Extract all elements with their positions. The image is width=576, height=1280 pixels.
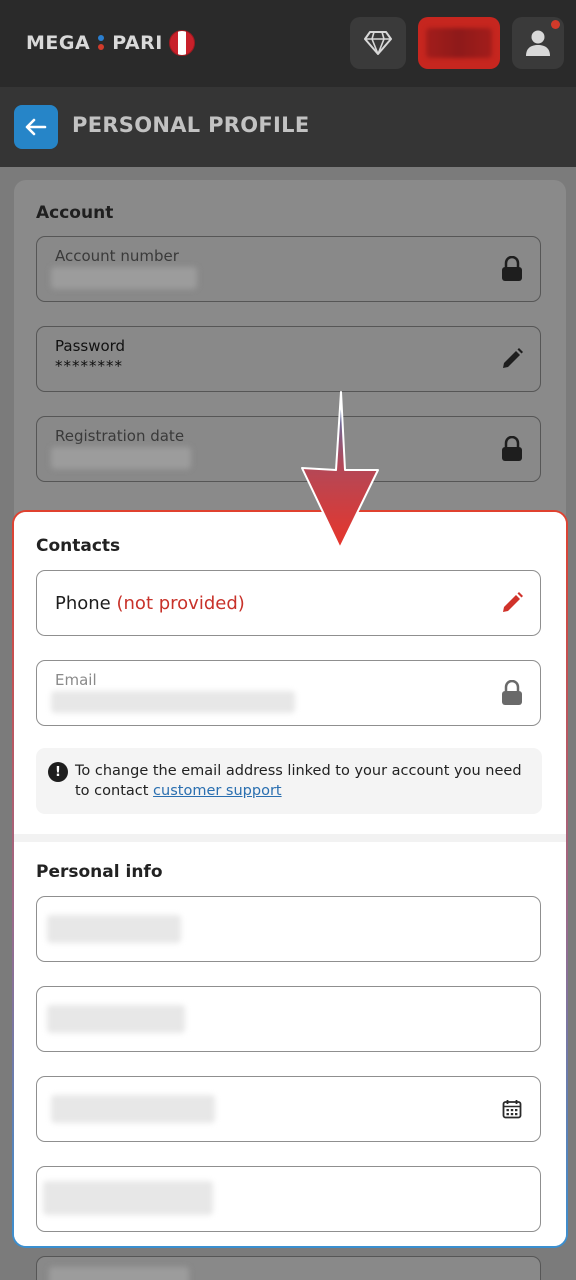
email-change-notice: ! To change the email address linked to … — [36, 748, 542, 814]
password-label: Password — [55, 337, 126, 355]
edit-pencil-icon[interactable] — [498, 589, 526, 617]
peru-flag-icon — [168, 30, 195, 56]
contacts-panel: Contacts Phone (not provided) Email ! To… — [14, 512, 566, 834]
annotation-arrow-icon — [301, 391, 379, 549]
password-field[interactable]: Password ******** — [36, 326, 541, 392]
personal-field-4-blurred — [43, 1181, 213, 1215]
user-icon — [526, 30, 550, 56]
logo-text-left: MEGA — [26, 32, 91, 54]
birth-date-blurred — [51, 1095, 215, 1123]
back-button[interactable] — [14, 105, 58, 149]
megapari-logo[interactable]: MEGA PARI — [26, 28, 195, 58]
first-name-field[interactable] — [36, 896, 541, 962]
email-label: Email — [55, 671, 97, 689]
exclamation-icon: ! — [48, 762, 68, 782]
highlight-inner: Contacts Phone (not provided) Email ! To… — [14, 512, 566, 1246]
edit-pencil-icon[interactable] — [498, 345, 526, 373]
registration-date-field[interactable]: Registration date — [36, 416, 541, 482]
phone-text: Phone (not provided) — [55, 593, 245, 614]
page-title: PERSONAL PROFILE — [72, 113, 310, 137]
notice-body: To change the email address linked to yo… — [75, 763, 522, 799]
logo-dot-icon — [90, 33, 112, 53]
balance-blurred — [426, 28, 492, 58]
personal-field-4[interactable] — [36, 1166, 541, 1232]
customer-support-link[interactable]: customer support — [153, 783, 282, 799]
arrow-left-icon — [25, 118, 47, 136]
password-value: ******** — [55, 357, 123, 375]
registration-date-value-blurred — [51, 447, 191, 469]
notification-dot — [551, 20, 560, 29]
birth-date-field[interactable] — [36, 1076, 541, 1142]
personal-field-5[interactable] — [36, 1256, 541, 1280]
email-field[interactable]: Email — [36, 660, 541, 726]
lock-icon — [498, 435, 526, 463]
account-number-value-blurred — [51, 267, 197, 289]
last-name-field[interactable] — [36, 986, 541, 1052]
account-section-title: Account — [36, 203, 114, 223]
last-name-blurred — [47, 1005, 185, 1033]
personal-info-panel: Personal info — [14, 842, 566, 1246]
balance-button[interactable] — [418, 17, 500, 69]
lock-icon — [498, 679, 526, 707]
phone-not-provided: (not provided) — [116, 593, 245, 614]
contacts-section-title: Contacts — [36, 536, 121, 556]
phone-field[interactable]: Phone (not provided) — [36, 570, 541, 636]
personal-field-5-blurred — [49, 1267, 189, 1280]
vip-diamond-button[interactable] — [350, 17, 406, 69]
personal-info-section-title: Personal info — [36, 862, 163, 882]
diamond-icon — [364, 31, 392, 55]
account-number-field[interactable]: Account number — [36, 236, 541, 302]
registration-date-label: Registration date — [55, 427, 185, 445]
highlight-frame: Contacts Phone (not provided) Email ! To… — [12, 510, 568, 1248]
logo-text-right: PARI — [112, 32, 163, 54]
calendar-icon[interactable] — [498, 1095, 526, 1123]
first-name-blurred — [47, 915, 181, 943]
phone-label: Phone — [55, 593, 111, 614]
user-menu-button[interactable] — [512, 17, 564, 69]
email-value-blurred — [51, 691, 295, 713]
account-number-label: Account number — [55, 247, 179, 265]
lock-icon — [498, 255, 526, 283]
notice-text: To change the email address linked to yo… — [75, 761, 535, 801]
